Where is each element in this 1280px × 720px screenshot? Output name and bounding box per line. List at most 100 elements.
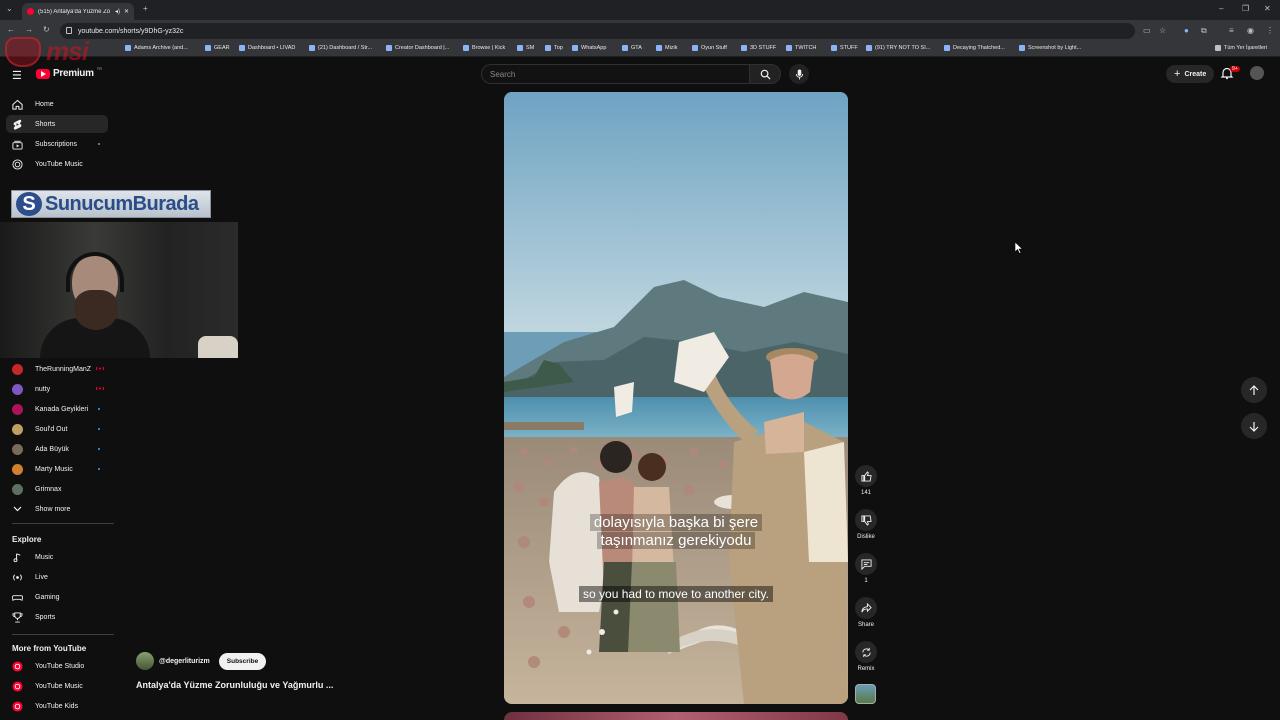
comments-button[interactable]: 1 (854, 553, 878, 584)
bookmark-item[interactable]: 3D STUFF (741, 45, 776, 51)
sidebar-item-shorts[interactable]: Shorts (6, 115, 108, 133)
sidebar-subscription-item-label: nutty (35, 385, 51, 393)
youtube-premium-logo[interactable]: Premium TR (36, 66, 102, 79)
bookmark-item[interactable]: GEAR (205, 45, 230, 51)
bookmark-item[interactable]: STUFF (831, 45, 858, 51)
sidebar-item-subscriptions[interactable]: Subscriptions (6, 135, 108, 153)
bookmark-item[interactable]: Top (545, 45, 563, 51)
show-more-button[interactable]: Show more (6, 500, 108, 518)
speaker-icon[interactable]: ◂) (115, 8, 120, 15)
address-bar: ← → ↻ youtube.com/shorts/y9DhG-yz32c ▭ ☆… (0, 20, 1280, 42)
bookmark-item[interactable]: Adams Archive (and... (125, 45, 188, 51)
sidebar-item-youtube-kids[interactable]: YouTube Kids (6, 697, 108, 715)
sidebar-item-gaming[interactable]: Gaming (6, 588, 108, 606)
sidebar-item-youtube-music[interactable]: YouTube Music (6, 155, 108, 173)
bookmark-item[interactable]: SM (517, 45, 534, 51)
sidebar-subscription-item-label: TheRunningManZ (35, 365, 92, 373)
account-avatar[interactable] (1250, 66, 1264, 80)
next-short-button[interactable] (1241, 413, 1267, 439)
bookmark-item[interactable]: Oyun Stuff (692, 45, 727, 51)
tab-groups-icon[interactable]: ≡ (1229, 26, 1234, 35)
bookmark-item[interactable]: (91) TRY NOT TO SI... (866, 45, 930, 51)
search-button[interactable] (749, 64, 781, 84)
sidebar-subscription-item[interactable]: Grimnax (6, 480, 108, 498)
bookmark-item[interactable]: GTA (622, 45, 642, 51)
bookmark-item[interactable]: Screenshot by Light... (1019, 45, 1081, 51)
explore-heading: Explore (12, 535, 42, 544)
sidebar-item-youtube-music[interactable]: YouTube Music (6, 677, 108, 695)
short-video-player[interactable]: dolayısıyla başka bi şere taşınmanız ger… (504, 92, 848, 704)
install-app-icon[interactable]: ▭ (1143, 26, 1151, 35)
extensions-puzzle-icon[interactable]: ⧉ (1201, 26, 1207, 36)
sidebar-subscription-item[interactable]: Ada Büyük (6, 440, 108, 458)
reload-icon[interactable]: ↻ (43, 25, 50, 34)
url-input[interactable]: youtube.com/shorts/y9DhG-yz32c (60, 23, 1135, 39)
chrome-menu-icon[interactable]: ⋮ (1266, 26, 1274, 35)
sidebar-item-live[interactable]: Live (6, 568, 108, 586)
minimize-icon[interactable]: – (1219, 4, 1223, 13)
bookmark-star-icon[interactable]: ☆ (1159, 26, 1166, 35)
bookmark-item[interactable]: Dashboard • LIVAD (239, 45, 295, 51)
bookmark-favicon-icon (572, 45, 578, 51)
sidebar-subscription-item[interactable]: Marty Music (6, 460, 108, 478)
bookmark-item[interactable]: Mizik (656, 45, 678, 51)
bookmark-item[interactable]: WhatsApp (572, 45, 606, 51)
share-button[interactable]: Share (854, 597, 878, 628)
new-tab-icon[interactable]: + (143, 4, 148, 13)
shorts-icon (12, 119, 23, 130)
subscribe-button[interactable]: Subscribe (218, 652, 267, 670)
profile-icon[interactable]: ◉ (1247, 26, 1254, 35)
bookmark-favicon-icon (866, 45, 872, 51)
search-input[interactable]: Search (481, 64, 749, 84)
sidebar-divider (12, 523, 114, 524)
bookmark-favicon-icon (239, 45, 245, 51)
bookmark-item[interactable]: Browse | Kick (463, 45, 505, 51)
sidebar-item-subscriptions-label: Subscriptions (35, 140, 78, 148)
maximize-icon[interactable]: ❐ (1242, 4, 1249, 13)
voice-search-button[interactable] (789, 64, 809, 84)
extension-icon[interactable]: ● (1184, 26, 1189, 35)
bookmark-label: Dashboard • LIVAD (248, 45, 296, 51)
all-bookmarks[interactable]: Tüm Yer İşaretleri (1215, 45, 1267, 51)
sidebar-item-music[interactable]: Music (6, 548, 108, 566)
remix-label: Remix (857, 666, 875, 672)
bookmark-item[interactable]: Creator Dashboard |... (386, 45, 449, 51)
bookmark-favicon-icon (386, 45, 392, 51)
sidebar-subscription-item[interactable]: Soul'd Out (6, 420, 108, 438)
create-button[interactable]: + Create (1166, 65, 1215, 83)
like-button[interactable]: 141 (854, 465, 878, 496)
channel-avatar[interactable] (136, 652, 154, 670)
sidebar-subscription-item[interactable]: nutty (6, 380, 108, 398)
browser-tab[interactable]: (515) Antalya'da Yüzme Zo ◂) ✕ (22, 3, 134, 20)
bookmark-label: Decaying Thatched... (953, 45, 1005, 51)
dislike-button[interactable]: Dislike (854, 509, 878, 540)
comment-count: 1 (864, 578, 868, 584)
bookmark-item[interactable]: TWITCH (786, 45, 816, 51)
sidebar-item-sports[interactable]: Sports (6, 608, 108, 626)
bookmark-favicon-icon (1019, 45, 1025, 51)
banner-s-logo: S (16, 192, 42, 216)
sidebar-subscription-item[interactable]: TheRunningManZ (6, 360, 108, 378)
tab-search-icon[interactable]: ⌄ (6, 4, 13, 13)
bookmark-item[interactable]: Decaying Thatched... (944, 45, 1005, 51)
sidebar-item-youtube-kids-label: YouTube Kids (35, 702, 79, 710)
caption-english: so you had to move to another city. (504, 586, 848, 602)
sound-thumbnail[interactable] (855, 684, 876, 704)
banner-text: SunucumBurada (45, 192, 199, 215)
back-icon[interactable]: ← (7, 25, 15, 34)
short-title[interactable]: Antalya'da Yüzme Zorunluluğu ve Yağmurlu… (136, 680, 333, 690)
remix-button[interactable]: Remix (854, 641, 878, 672)
sidebar-subscription-item-label: Marty Music (35, 465, 73, 473)
next-short-preview[interactable] (504, 712, 848, 720)
sidebar-item-youtube-studio[interactable]: YouTube Studio (6, 657, 108, 675)
sidebar-subscription-item[interactable]: Kanada Geyikleri (6, 400, 108, 418)
channel-handle[interactable]: @degerliturizm (159, 658, 210, 665)
menu-icon[interactable]: ☰ (12, 69, 22, 82)
tab-close-icon[interactable]: ✕ (124, 8, 129, 15)
forward-icon[interactable]: → (25, 25, 33, 34)
previous-short-button[interactable] (1241, 377, 1267, 403)
sidebar-item-home[interactable]: Home (6, 95, 108, 113)
site-info-icon[interactable] (66, 27, 72, 34)
window-close-icon[interactable]: ✕ (1264, 4, 1271, 13)
bookmark-item[interactable]: (21) Dashboard / Str... (309, 45, 372, 51)
